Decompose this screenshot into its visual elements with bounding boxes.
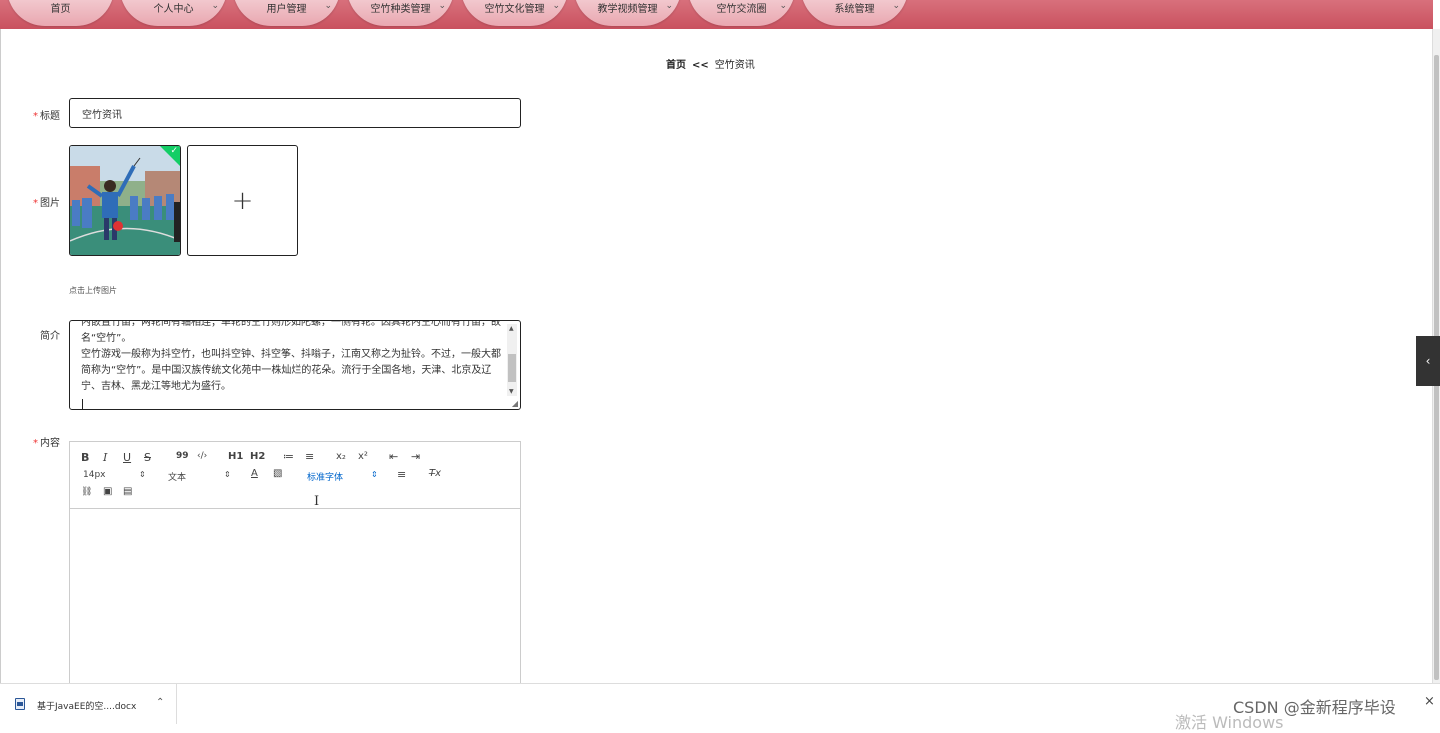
title-label-text: 标题 [40,111,60,122]
chevron-down-icon: ⌄ [324,1,332,11]
indent-button[interactable]: ⇥ [411,450,420,463]
outdent-button[interactable]: ⇤ [389,450,398,463]
nav-item-diabolo-type-management[interactable]: 空竹种类管理 ⌄ [347,0,454,26]
editor-content-area[interactable] [70,510,520,690]
side-panel-toggle[interactable]: ‹ [1416,336,1440,386]
download-item[interactable]: 基于JavaEE的空....docx ⌃ [0,684,177,724]
upload-tip: 点击上传图片 [69,286,117,295]
top-navigation: 首页 个人中心 ⌄ 用户管理 ⌄ 空竹种类管理 ⌄ 空竹文化管理 ⌄ 教学视频管… [0,0,1433,29]
text-color-button[interactable]: A [251,468,258,479]
header-1-button[interactable]: H1 [228,451,243,462]
chevron-down-icon: ⌄ [211,1,219,11]
underline-button[interactable]: U [123,451,131,464]
chevron-down-icon: ⌄ [438,1,446,11]
chevron-down-icon: ⌄ [892,1,900,11]
content-label-text: 内容 [40,438,60,449]
title-input[interactable] [69,98,521,128]
breadcrumb-home[interactable]: 首页 [666,60,686,71]
nav-item-personal-center[interactable]: 个人中心 ⌄ [120,0,227,26]
picker-arrow-icon: ⇕ [139,470,146,479]
font-family-picker[interactable]: 标准字体 ⇕ [307,470,379,483]
font-size-picker[interactable]: 14px ⇕ [83,470,147,480]
bullet-list-button[interactable]: ≡ [305,450,314,463]
intro-text: 内嵌置竹笛，两轮间有轴相连；单轮的空竹则形如陀螺，一侧有轮。因其轮内空心而有竹笛… [81,320,501,392]
nav-item-diabolo-culture-management[interactable]: 空竹文化管理 ⌄ [461,0,568,26]
video-button[interactable]: ▤ [123,486,132,497]
blockquote-button[interactable]: 99 [176,451,189,461]
chevron-down-icon: ⌄ [552,1,560,11]
editor-toolbar: B I U S 99 ‹/› H1 H2 ≔ ≡ x₂ x² ⇤ ⇥ 14px … [70,442,520,509]
chevron-down-icon: ⌄ [779,1,787,11]
download-file-name: 基于JavaEE的空....docx [37,702,137,712]
subscript-button[interactable]: x₂ [336,451,346,462]
check-icon: ✓ [170,146,178,156]
required-mark: * [33,198,38,209]
nav-item-label: 空竹交流圈 [716,4,767,15]
image-upload-button[interactable]: + [187,145,298,256]
breadcrumb: 首页 << 空竹资讯 [666,56,755,71]
title-label: * 标题 [0,107,60,122]
required-mark: * [33,111,38,122]
intro-scrollbar-thumb[interactable] [508,354,516,382]
clean-format-button[interactable]: T̶x [429,468,441,479]
strike-button[interactable]: S [144,451,151,464]
text-caret [82,399,83,409]
nav-item-label: 系统管理 [834,4,875,15]
nav-item-user-management[interactable]: 用户管理 ⌄ [233,0,340,26]
link-button[interactable]: ⛓ [81,487,92,497]
intro-textarea[interactable]: 内嵌置竹笛，两轮间有轴相连；单轮的空竹则形如陀螺，一侧有轮。因其轮内空心而有竹笛… [69,320,521,410]
header-picker[interactable]: 文本 ⇕ [168,470,232,483]
plus-icon: + [231,185,254,216]
bold-button[interactable]: B [81,451,89,464]
content-label: * 内容 [0,434,60,449]
scroll-down-icon[interactable]: ▼ [509,388,514,395]
nav-item-system-management[interactable]: 系统管理 ⌄ [801,0,908,26]
picker-arrow-icon: ⇕ [371,470,378,479]
code-block-button[interactable]: ‹/› [197,451,207,461]
intro-label-text: 简介 [40,331,60,342]
scroll-up-icon[interactable]: ▲ [509,325,514,332]
nav-item-label: 空竹种类管理 [370,4,431,15]
intro-label: 简介 [0,327,60,342]
italic-button[interactable]: I [103,451,107,464]
mouse-text-cursor-icon: I [314,494,320,509]
font-family-value: 标准字体 [307,473,344,483]
resize-handle-icon[interactable]: ◢ [512,399,518,408]
font-size-value: 14px [83,470,106,480]
close-icon[interactable]: × [1424,694,1435,709]
image-label-text: 图片 [40,198,60,209]
chevron-left-icon: ‹ [1425,354,1431,368]
ordered-list-button[interactable]: ≔ [283,450,294,463]
required-mark: * [33,438,38,449]
intro-scrollbar[interactable]: ▲ ▼ [507,324,517,396]
nav-item-community[interactable]: 空竹交流圈 ⌄ [688,0,795,26]
picker-arrow-icon: ⇕ [224,470,231,479]
breadcrumb-current: 空竹资讯 [714,60,755,71]
nav-item-label: 首页 [50,4,71,15]
header-value: 文本 [168,473,187,483]
nav-item-label: 教学视频管理 [597,4,658,15]
header-2-button[interactable]: H2 [250,451,265,462]
chevron-up-icon[interactable]: ⌃ [156,697,164,708]
image-button[interactable]: ▣ [103,486,112,497]
word-document-icon [15,698,25,710]
nav-item-label: 用户管理 [266,4,307,15]
nav-item-home[interactable]: 首页 [7,0,114,26]
breadcrumb-separator: << [692,60,709,71]
background-color-button[interactable]: ▧ [273,468,282,479]
chevron-down-icon: ⌄ [665,1,673,11]
nav-item-label: 空竹文化管理 [484,4,545,15]
csdn-watermark: CSDN @金新程序毕设 [1233,698,1396,717]
rich-text-editor: B I U S 99 ‹/› H1 H2 ≔ ≡ x₂ x² ⇤ ⇥ 14px … [69,441,521,691]
nav-item-video-management[interactable]: 教学视频管理 ⌄ [574,0,681,26]
nav-item-label: 个人中心 [153,4,194,15]
image-label: * 图片 [0,194,60,209]
uploaded-image-thumbnail[interactable]: ✓ [69,145,181,256]
superscript-button[interactable]: x² [358,451,368,462]
align-button[interactable]: ≡ [397,468,406,481]
